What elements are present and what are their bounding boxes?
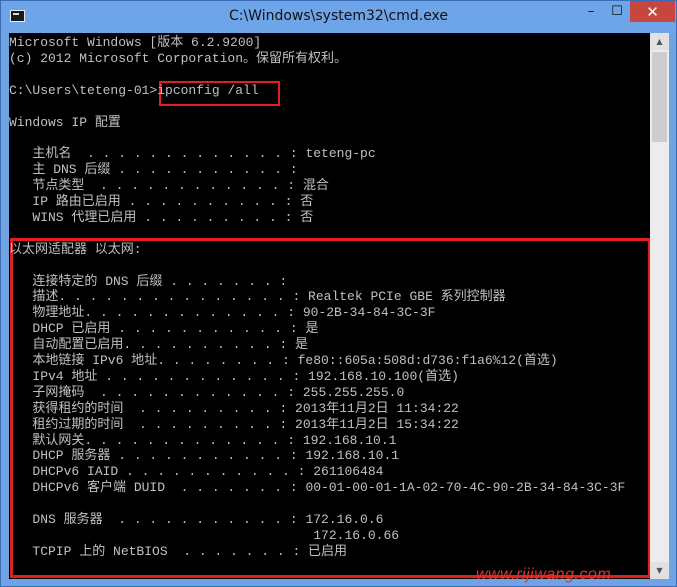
console-line: 节点类型 . . . . . . . . . . . . : 混合: [9, 178, 329, 194]
console-line: DNS 服务器 . . . . . . . . . . . : 172.16.0…: [9, 512, 384, 527]
site-watermark: www.rijiwang.com: [476, 566, 612, 583]
console-line: 物理地址. . . . . . . . . . . . . : 90-2B-34…: [9, 305, 436, 321]
console-line: 主 DNS 后缀 . . . . . . . . . . . :: [9, 162, 298, 178]
console-line: TCPIP 上的 NetBIOS . . . . . . . : 已启用: [9, 543, 348, 559]
console-line: 172.16.0.66: [9, 527, 400, 543]
scrollbar-thumb[interactable]: [652, 52, 667, 142]
console-line: IPv4 地址 . . . . . . . . . . . . : 192.16…: [9, 368, 459, 384]
title-bar[interactable]: C:\Windows\system32\cmd.exe – ☐ ✕: [1, 1, 676, 33]
minimize-button[interactable]: –: [578, 1, 604, 22]
scroll-up-arrow-icon[interactable]: ▲: [650, 33, 669, 50]
console-line: DHCP 服务器 . . . . . . . . . . . : 192.168…: [9, 448, 400, 464]
console-line: WINS 代理已启用 . . . . . . . . . : 否: [9, 209, 314, 225]
scroll-down-arrow-icon[interactable]: ▼: [650, 562, 669, 579]
console-line: 以太网适配器 以太网:: [9, 241, 142, 257]
console-line: 主机名 . . . . . . . . . . . . . : teteng-p…: [9, 146, 376, 162]
console-line: (c) 2012 Microsoft Corporation。保留所有权利。: [9, 50, 348, 66]
console-line: DHCPv6 IAID . . . . . . . . . . . : 2611…: [9, 464, 384, 480]
console-line: Microsoft Windows [版本 6.2.9200]: [9, 35, 262, 50]
close-button[interactable]: ✕: [630, 1, 675, 22]
console-line: 自动配置已启用. . . . . . . . . . : 是: [9, 337, 309, 353]
console-line: 描述. . . . . . . . . . . . . . . : Realte…: [9, 289, 506, 305]
console-line: 租约过期的时间 . . . . . . . . . : 2013年11月2日 1…: [9, 416, 459, 432]
console-line: DHCPv6 客户端 DUID . . . . . . . : 00-01-00…: [9, 480, 626, 496]
console-line: Windows IP 配置: [9, 114, 121, 130]
maximize-button[interactable]: ☐: [604, 1, 630, 22]
vertical-scrollbar[interactable]: ▲ ▼: [650, 33, 669, 579]
console-line: C:\Users\teteng-01>ipconfig /all: [9, 82, 259, 98]
console-output[interactable]: Microsoft Windows [版本 6.2.9200] (c) 2012 …: [9, 33, 650, 579]
console-line: DHCP 已启用 . . . . . . . . . . . : 是: [9, 321, 319, 337]
console-line: 本地链接 IPv6 地址. . . . . . . . : fe80::605a…: [9, 353, 558, 368]
console-line: IP 路由已启用 . . . . . . . . . . : 否: [9, 194, 314, 209]
cmd-window: C:\Windows\system32\cmd.exe – ☐ ✕ Micros…: [0, 0, 677, 587]
console-line: 默认网关. . . . . . . . . . . . . : 192.168.…: [9, 432, 397, 448]
console-line: 连接特定的 DNS 后缀 . . . . . . . :: [9, 273, 288, 289]
window-title: C:\Windows\system32\cmd.exe: [228, 8, 449, 24]
console-line: 子网掩码 . . . . . . . . . . . . : 255.255.2…: [9, 384, 405, 400]
console-line: 获得租约的时间 . . . . . . . . . : 2013年11月2日 1…: [9, 400, 459, 416]
